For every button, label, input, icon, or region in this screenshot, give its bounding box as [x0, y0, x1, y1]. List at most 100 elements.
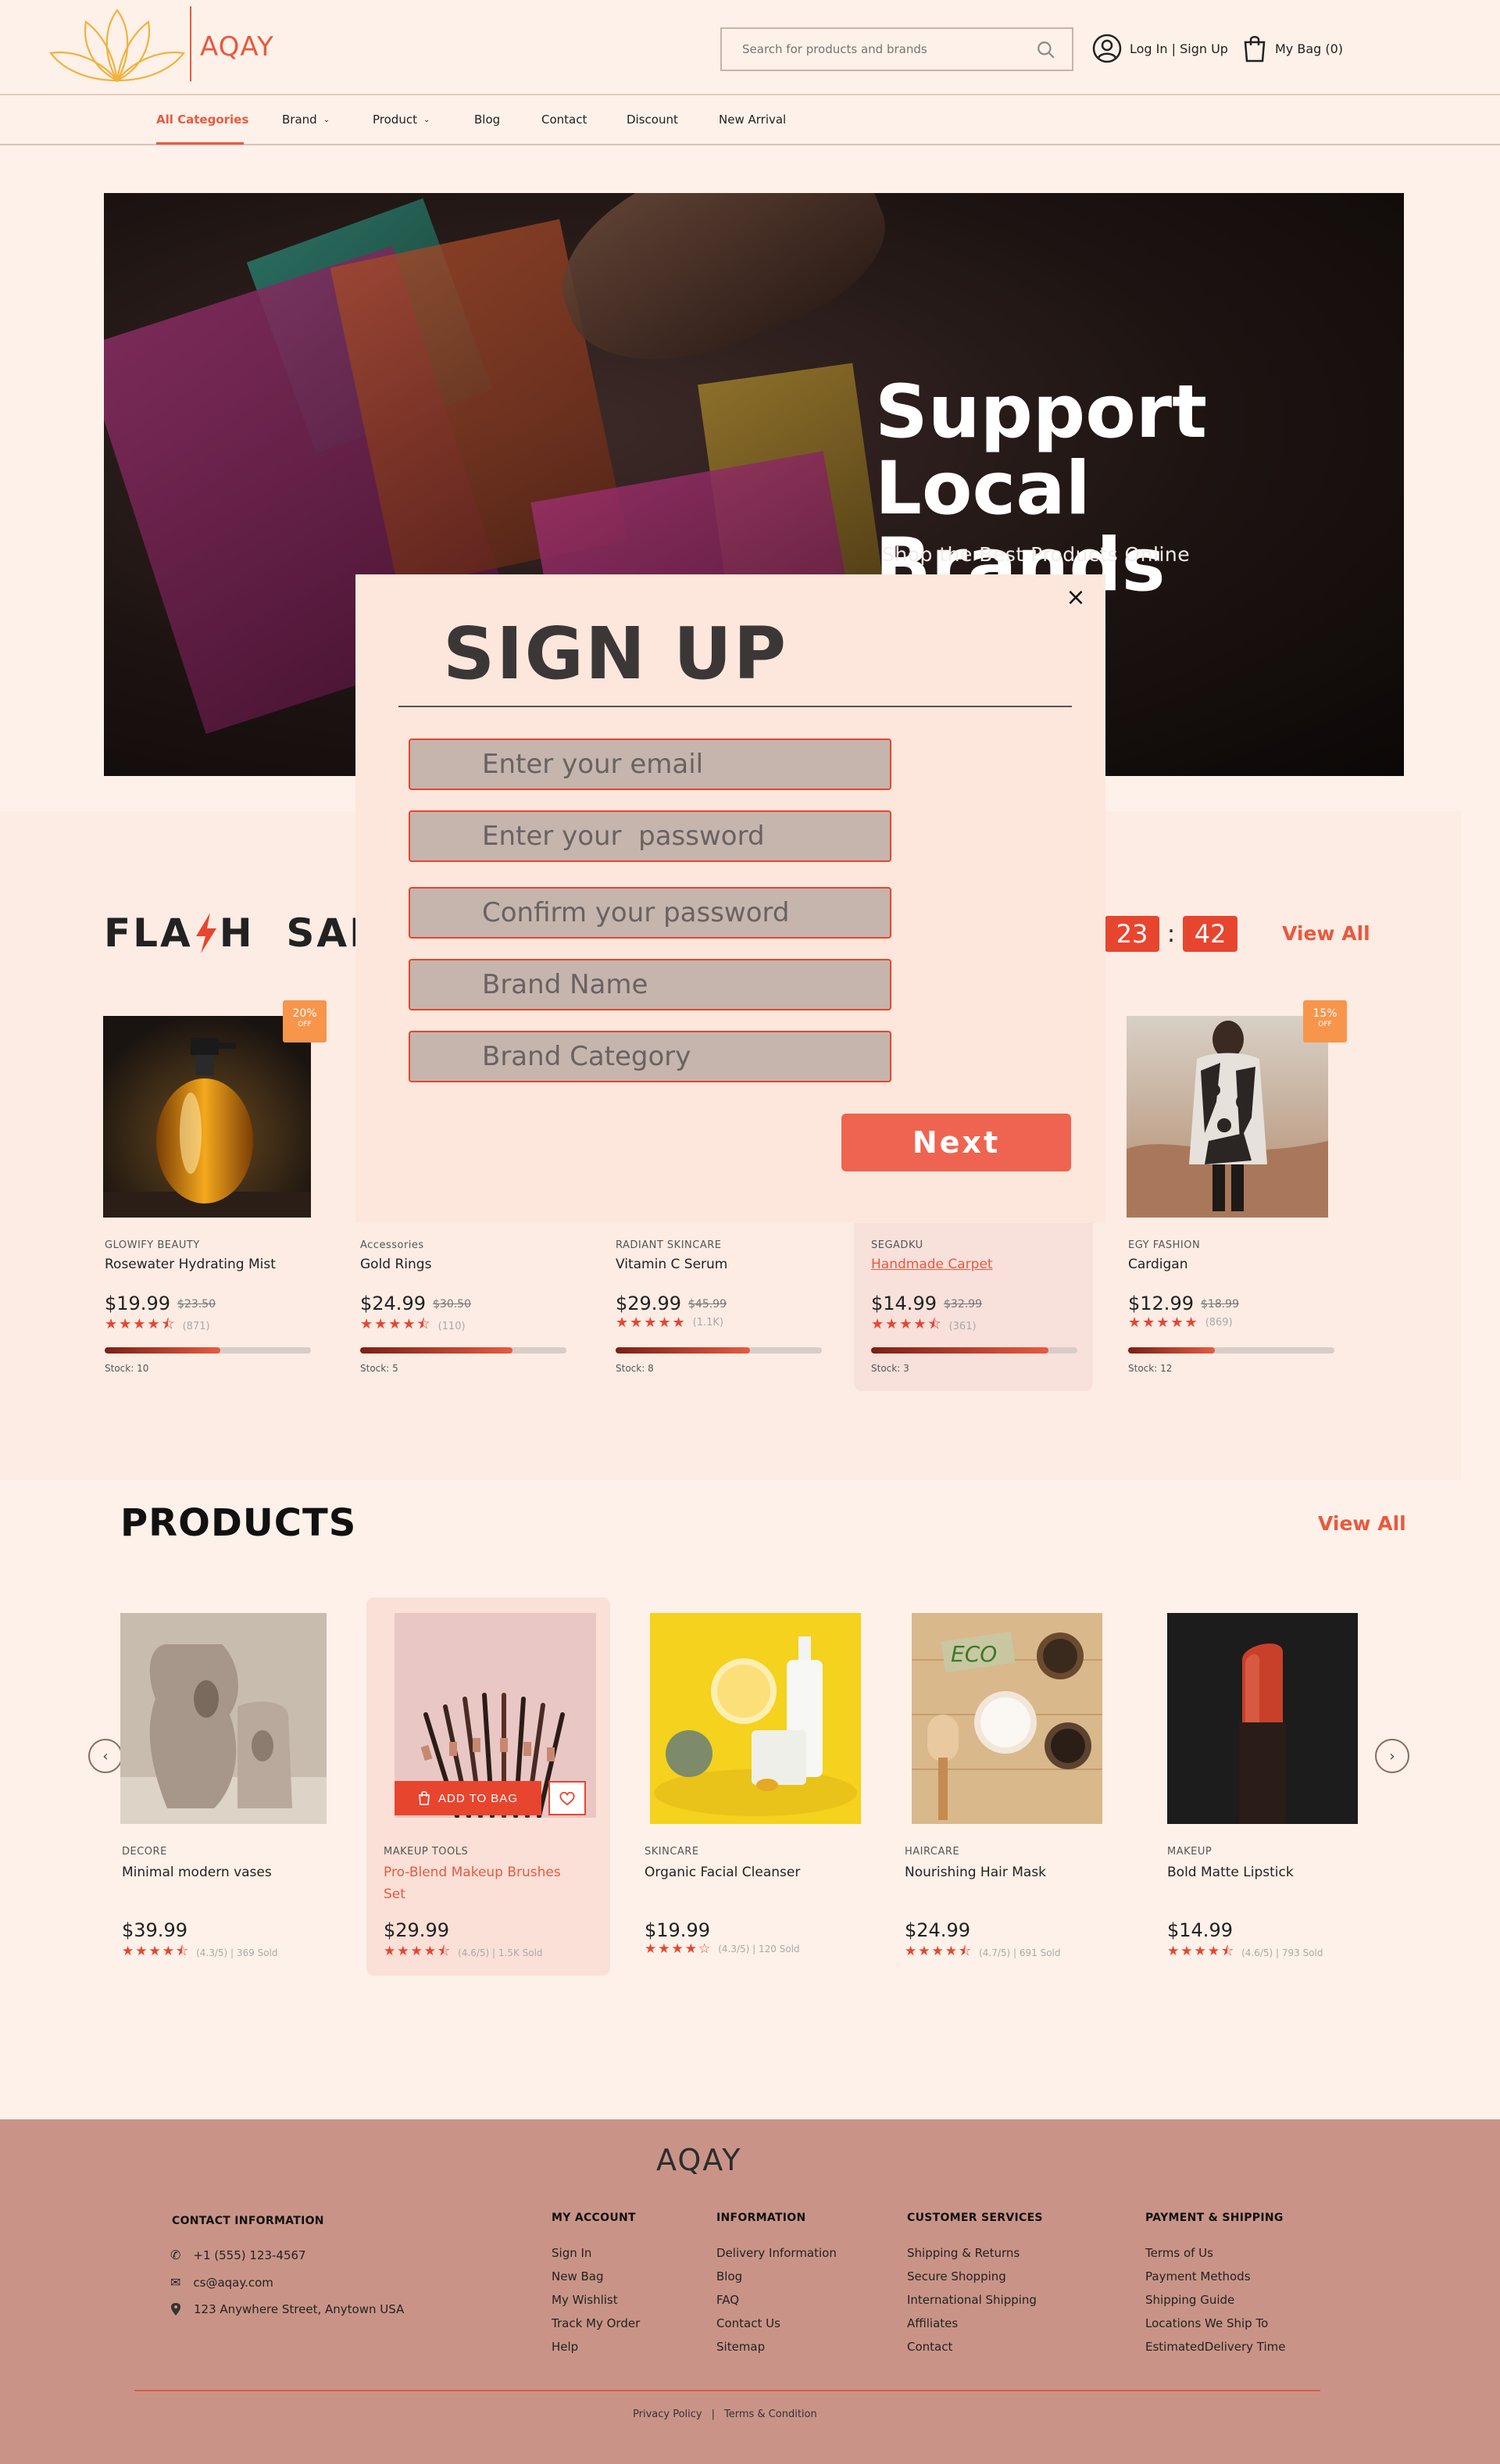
next-button[interactable]: Next	[841, 1114, 1071, 1171]
terms-link[interactable]: Terms & Condition	[724, 2409, 817, 2420]
chevron-down-icon: ⌄	[323, 115, 330, 124]
stock-label: Stock: 8	[616, 1363, 654, 1374]
product-name[interactable]: Gold Rings	[360, 1257, 431, 1272]
footer-link[interactable]: Contact Us	[716, 2312, 837, 2335]
stock-label: Stock: 10	[105, 1363, 149, 1374]
rating-stars-icon: ★★★★⯪	[384, 1944, 452, 1959]
footer-link[interactable]: Locations We Ship To	[1145, 2312, 1286, 2335]
nav-blog[interactable]: Blog	[474, 113, 500, 127]
product-name[interactable]: Vitamin C Serum	[616, 1257, 727, 1272]
footer-link[interactable]: Delivery Information	[716, 2241, 837, 2265]
product-card[interactable]: MAKEUP Bold Matte Lipstick $14.99 ★★★★⯪ (…	[1165, 1597, 1409, 1976]
flash-sale-title: FLA H SAL	[104, 910, 377, 956]
site-footer: AQAY CONTACT INFORMATION ✆ +1 (555) 123-…	[0, 2119, 1500, 2464]
footer-link[interactable]: Help	[552, 2335, 640, 2359]
product-image[interactable]: ECO	[912, 1613, 1102, 1824]
review-count: (871)	[182, 1320, 210, 1332]
footer-link[interactable]: Contact	[907, 2335, 1037, 2359]
stock-progress-fill	[616, 1347, 750, 1354]
nav-discount[interactable]: Discount	[627, 113, 678, 127]
footer-link[interactable]: Sign In	[552, 2241, 640, 2265]
product-card[interactable]: ADD TO BAG MAKEUP TOOLS Pro-Blend Makeup…	[366, 1597, 610, 1976]
product-name[interactable]: Minimal modern vases	[122, 1861, 325, 1883]
product-name[interactable]: Organic Facial Cleanser	[645, 1861, 848, 1883]
mail-icon: ✉	[170, 2275, 181, 2290]
lotus-logo-icon[interactable]	[47, 6, 188, 84]
flash-product-card[interactable]: 15% OFF EGY FASHION Cardigan $12.99 $18.9…	[1127, 1000, 1361, 1391]
products-title: PRODUCTS	[120, 1501, 357, 1545]
brand-name-field[interactable]	[409, 959, 891, 1010]
footer-link[interactable]: Track My Order	[552, 2312, 640, 2335]
footer-link[interactable]: Payment Methods	[1145, 2265, 1286, 2288]
product-card[interactable]: SKINCARE Organic Facial Cleanser $19.99 …	[642, 1597, 886, 1976]
flash-title-part: H SAL	[219, 910, 377, 956]
product-rating: ★★★★⯪ (4.6/5) | 1.5K Sold	[384, 1941, 543, 1964]
discount-badge: 15% OFF	[1303, 1000, 1347, 1042]
product-image[interactable]	[1127, 1016, 1328, 1218]
footer-link-list: Sign In New Bag My Wishlist Track My Ord…	[552, 2241, 640, 2359]
product-name[interactable]: Cardigan	[1128, 1257, 1188, 1272]
hero-title-line: Support	[875, 370, 1208, 455]
footer-link[interactable]: Affiliates	[907, 2312, 1037, 2335]
product-category: HAIRCARE	[905, 1846, 960, 1858]
contact-phone[interactable]: ✆ +1 (555) 123-4567	[170, 2248, 306, 2262]
shopping-bag-icon	[419, 1791, 430, 1805]
product-card[interactable]: ECO HAIRCARE Nourishing Hair Mask $24.99…	[902, 1597, 1146, 1976]
product-image[interactable]	[1167, 1613, 1358, 1824]
wishlist-button[interactable]	[548, 1781, 586, 1815]
review-count: (110)	[438, 1320, 466, 1332]
product-name[interactable]: Bold Matte Lipstick	[1167, 1861, 1370, 1883]
footer-link[interactable]: My Wishlist	[552, 2288, 640, 2312]
product-name[interactable]: Pro-Blend Makeup Brushes Set	[384, 1861, 587, 1905]
nav-new-arrival[interactable]: New Arrival	[719, 113, 786, 127]
search-bar[interactable]	[720, 27, 1073, 71]
stock-label: Stock: 5	[360, 1363, 398, 1374]
rating-stars-icon: ★★★★⯪	[360, 1316, 432, 1332]
product-image[interactable]	[120, 1613, 327, 1824]
footer-link[interactable]: Sitemap	[716, 2335, 837, 2359]
nav-contact[interactable]: Contact	[541, 113, 587, 127]
product-card[interactable]: DECORE Minimal modern vases $39.99 ★★★★⯪…	[120, 1597, 363, 1976]
brand-wordmark[interactable]: AQAY	[200, 31, 274, 63]
footer-link[interactable]: Terms of Us	[1145, 2241, 1286, 2265]
product-image[interactable]	[103, 1016, 311, 1218]
footer-link[interactable]: Shipping Guide	[1145, 2288, 1286, 2312]
login-signup-link[interactable]: Log In | Sign Up	[1092, 31, 1228, 66]
footer-link-list: Shipping & Returns Secure Shopping Inter…	[907, 2241, 1037, 2359]
confirm-password-field[interactable]	[409, 887, 891, 939]
nav-all-categories[interactable]: All Categories	[156, 113, 248, 127]
footer-link[interactable]: Secure Shopping	[907, 2265, 1037, 2288]
footer-link[interactable]: Blog	[716, 2265, 837, 2288]
products-view-all-link[interactable]: View All	[1318, 1512, 1406, 1535]
search-icon[interactable]	[1036, 40, 1056, 60]
nav-brand[interactable]: Brand ⌄	[282, 113, 330, 127]
rating-meta: (4.6/5) | 1.5K Sold	[458, 1947, 543, 1958]
product-category: MAKEUP	[1167, 1846, 1212, 1858]
product-image[interactable]	[650, 1613, 861, 1824]
footer-link[interactable]: FAQ	[716, 2288, 837, 2312]
nav-product[interactable]: Product ⌄	[373, 113, 430, 127]
product-price: $14.99	[871, 1293, 937, 1314]
privacy-policy-link[interactable]: Privacy Policy	[633, 2409, 702, 2420]
footer-link[interactable]: New Bag	[552, 2265, 640, 2288]
product-name[interactable]: Rosewater Hydrating Mist	[105, 1257, 276, 1272]
footer-link[interactable]: Shipping & Returns	[907, 2241, 1037, 2265]
footer-brand[interactable]: AQAY	[656, 2143, 742, 2177]
flash-product-card[interactable]: 20% OFF GLOWIFY BEAUTY Rosewater Hydratin…	[103, 1000, 338, 1391]
carousel-prev-button[interactable]: ‹	[88, 1739, 123, 1773]
add-to-bag-button[interactable]: ADD TO BAG	[395, 1781, 541, 1815]
my-bag-link[interactable]: My Bag (0)	[1242, 33, 1343, 64]
product-name[interactable]: Handmade Carpet	[871, 1257, 993, 1272]
search-input[interactable]	[722, 29, 1019, 70]
contact-email[interactable]: ✉ cs@aqay.com	[170, 2275, 273, 2290]
product-price: $14.99	[1167, 1919, 1233, 1941]
brand-category-field[interactable]	[409, 1031, 891, 1082]
flash-view-all-link[interactable]: View All	[1282, 922, 1370, 945]
password-field[interactable]	[409, 810, 891, 862]
product-old-price: $30.50	[433, 1298, 471, 1311]
email-field[interactable]	[409, 738, 891, 790]
product-name[interactable]: Nourishing Hair Mask	[905, 1861, 1108, 1883]
footer-link[interactable]: EstimatedDelivery Time	[1145, 2335, 1286, 2359]
footer-link[interactable]: International Shipping	[907, 2288, 1037, 2312]
close-icon[interactable]: ×	[1063, 586, 1088, 612]
